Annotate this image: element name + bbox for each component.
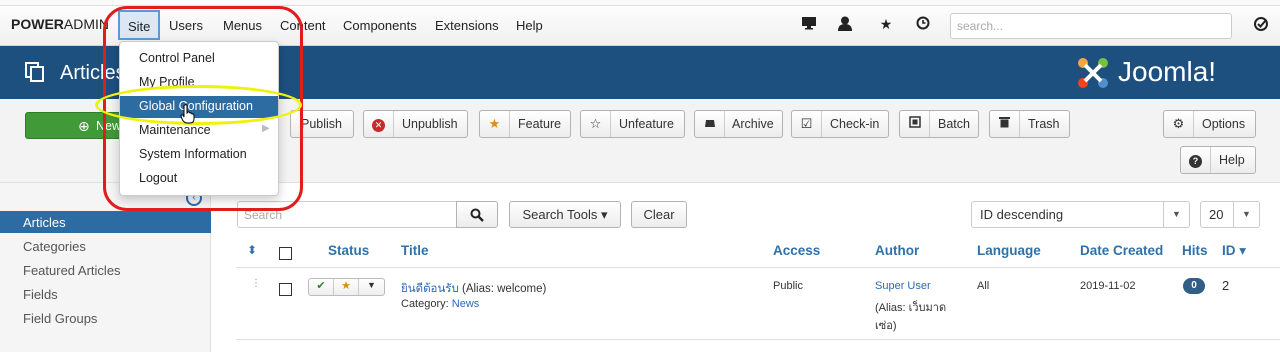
trash-icon (990, 111, 1020, 137)
column-status[interactable]: Status (328, 243, 369, 258)
sidebar-item-categories[interactable]: Categories (23, 239, 86, 254)
checkin-button[interactable]: ☑ Check-in (791, 110, 889, 138)
chevron-down-icon: ▼ (1163, 202, 1189, 227)
column-hits[interactable]: Hits (1182, 243, 1208, 258)
limit-select[interactable]: 20 ▼ (1200, 201, 1260, 228)
drag-handle-icon[interactable]: ⋮ (251, 278, 261, 289)
actions-caret-icon[interactable]: ▼ (359, 280, 384, 296)
table-divider (236, 339, 1280, 340)
published-check-icon[interactable]: ✔ (309, 279, 334, 295)
author-alias: (Alias: เว็บมาด (875, 302, 947, 314)
sidebar-item-featured-articles[interactable]: Featured Articles (23, 263, 121, 278)
top-search-input[interactable]: search... (950, 13, 1232, 39)
options-button[interactable]: ⚙ Options (1163, 110, 1256, 138)
table-divider (236, 267, 1280, 268)
menu-extensions[interactable]: Extensions (435, 18, 499, 33)
column-date-created[interactable]: Date Created (1080, 243, 1163, 258)
archive-button[interactable]: Archive (694, 110, 783, 138)
author-alias-cont: เซ่อ) (875, 320, 897, 332)
column-author[interactable]: Author (875, 243, 919, 258)
search-icon (470, 208, 484, 222)
category-link[interactable]: News (452, 298, 480, 310)
menu-components[interactable]: Components (343, 18, 417, 33)
sort-order-icon[interactable]: ⬍ (247, 243, 257, 257)
hits-badge: 0 (1183, 278, 1205, 294)
sidebar-item-fields[interactable]: Fields (23, 287, 58, 302)
feature-button[interactable]: ★ Feature (479, 110, 571, 138)
id-cell: 2 (1222, 278, 1230, 293)
menu-help[interactable]: Help (516, 18, 543, 33)
help-icon: ? (1181, 147, 1211, 173)
column-title[interactable]: Title (401, 243, 429, 258)
article-title-link[interactable]: ยินดีต้อนรับ (401, 283, 459, 295)
user-icon[interactable] (836, 16, 854, 34)
sidebar-item-field-groups[interactable]: Field Groups (23, 311, 97, 326)
monitor-icon[interactable] (800, 16, 818, 33)
unpublish-button[interactable]: ✕ Unpublish (363, 110, 468, 138)
search-button[interactable] (456, 201, 498, 228)
column-access[interactable]: Access (773, 243, 820, 258)
unfeature-button[interactable]: ☆ Unfeature (580, 110, 685, 138)
yellow-annotation-ellipse (95, 85, 302, 125)
gear-icon: ⚙ (1164, 111, 1194, 137)
clear-button[interactable]: Clear (631, 201, 687, 228)
joomla-logo-text: Joomla! (1118, 56, 1217, 87)
select-all-checkbox[interactable] (279, 247, 292, 260)
batch-button[interactable]: Batch (899, 110, 979, 138)
author-link[interactable]: Super User (875, 280, 931, 292)
article-alias: (Alias: welcome) (461, 283, 547, 295)
date-created-cell: 2019-11-02 (1080, 280, 1136, 292)
sidebar-item-articles[interactable]: Articles (23, 215, 66, 230)
category-label: Category: (401, 298, 449, 310)
featured-star-icon[interactable]: ★ (334, 279, 359, 295)
star-icon[interactable]: ★ (877, 16, 895, 33)
brand-logo[interactable]: POWERADMIN (11, 16, 109, 32)
batch-icon (900, 111, 930, 137)
clock-icon[interactable] (914, 16, 932, 33)
trash-button[interactable]: Trash (989, 110, 1070, 138)
column-id[interactable]: ID ▾ (1222, 243, 1246, 259)
search-tools-button[interactable]: Search Tools ▾ (509, 201, 621, 228)
help-button[interactable]: ? Help (1180, 146, 1256, 174)
checkin-status-icon[interactable] (1252, 16, 1270, 35)
access-cell: Public (773, 280, 803, 292)
checkin-icon: ☑ (792, 111, 822, 137)
archive-icon (695, 111, 725, 137)
feature-star-icon: ★ (480, 111, 510, 137)
hand-cursor-icon (180, 104, 196, 127)
chevron-down-icon: ▼ (1233, 202, 1259, 227)
unpublish-icon: ✕ (364, 111, 394, 137)
column-language[interactable]: Language (977, 243, 1041, 258)
unfeature-star-icon: ☆ (581, 111, 611, 137)
language-cell: All (977, 280, 990, 292)
copy-icon (24, 61, 46, 83)
row-checkbox[interactable] (279, 283, 292, 296)
status-button-group: ✔ ★ ▼ (308, 278, 385, 296)
ordering-select[interactable]: ID descending ▼ (971, 201, 1190, 228)
